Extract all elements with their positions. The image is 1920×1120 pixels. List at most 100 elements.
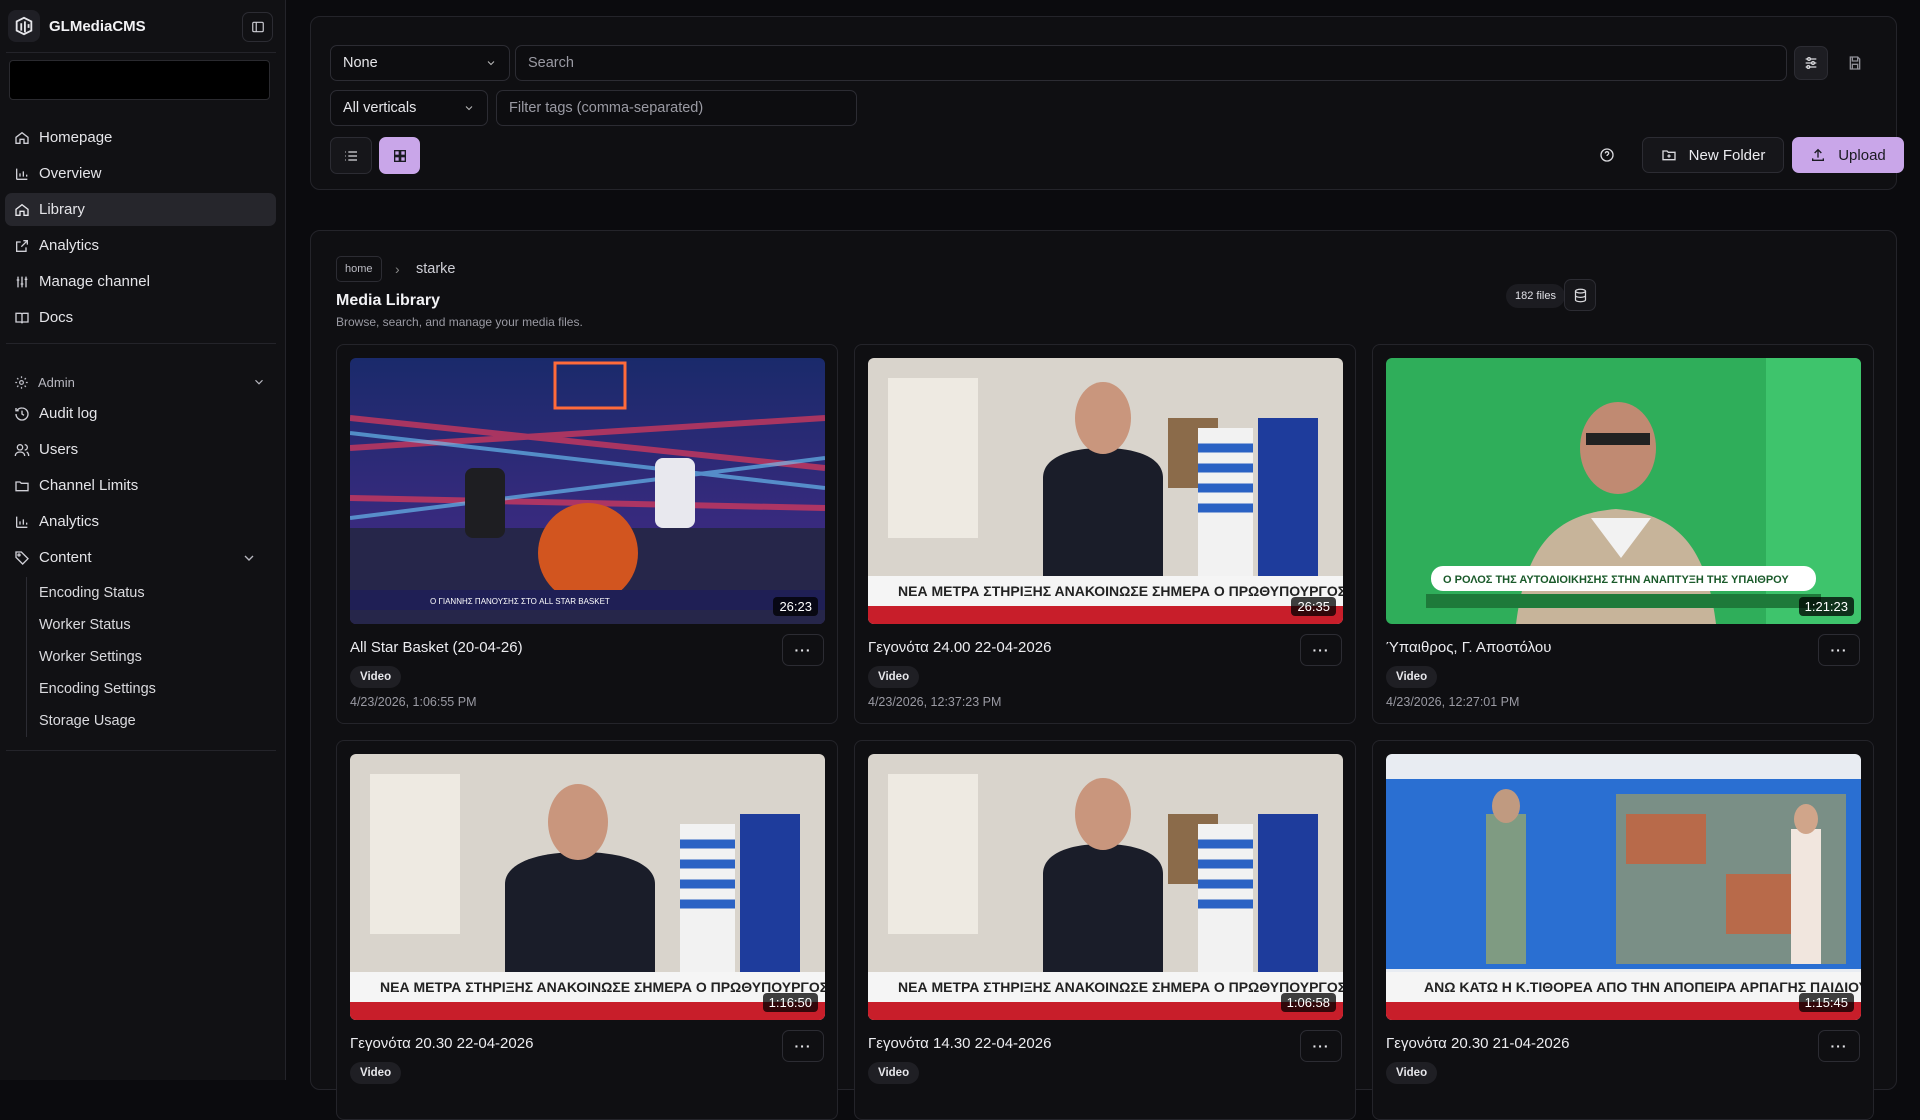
- folder-plus-icon: [1661, 150, 1676, 161]
- media-title[interactable]: Γεγονότα 20.30 22-04-2026: [350, 1035, 533, 1052]
- video-thumbnail[interactable]: ΑΝΩ ΚΑΤΩ Η Κ.ΤΙΘΟΡΕΑ ΑΠΟ ΤΗΝ ΑΠΟΠΕΙΡΑ ΑΡ…: [1386, 754, 1861, 1020]
- nav-item-docs[interactable]: Docs: [5, 301, 276, 334]
- tag-icon: [15, 550, 29, 565]
- nav-label: Analytics: [39, 237, 100, 254]
- tags-filter-input[interactable]: Filter tags (comma-separated): [496, 90, 857, 126]
- nav-item-manage-channel[interactable]: Manage channel: [5, 265, 276, 298]
- admin-label: Admin: [38, 374, 75, 390]
- gear-icon: [15, 375, 28, 389]
- nav-item-library[interactable]: Library: [5, 193, 276, 226]
- book-icon: [15, 312, 29, 323]
- grid-view-button[interactable]: [379, 137, 420, 174]
- media-card[interactable]: Ο ΓΙΑΝΝΗΣ ΠΑΝΟΥΣΗΣ ΣΤΟ ALL STAR BASKET 2…: [336, 344, 838, 724]
- more-options-button[interactable]: ···: [782, 634, 824, 666]
- bar-chart-icon: [16, 516, 28, 528]
- brand[interactable]: GLMediaCMS: [8, 8, 146, 44]
- media-title[interactable]: Γεγονότα 14.30 22-04-2026: [868, 1035, 1051, 1052]
- search-input[interactable]: Search: [515, 45, 1787, 81]
- sub-item-worker-status[interactable]: Worker Status: [39, 609, 276, 641]
- video-thumbnail[interactable]: ΝΕΑ ΜΕΤΡΑ ΣΤΗΡΙΞΗΣ ΑΝΑΚΟΙΝΩΣΕ ΣΗΜΕΡΑ Ο Π…: [350, 754, 825, 1020]
- media-type-badge: Video: [350, 1062, 402, 1084]
- list-view-button[interactable]: [330, 137, 372, 174]
- media-title[interactable]: Ύπαιθρος, Γ. Αποστόλου: [1386, 639, 1551, 656]
- media-card[interactable]: Ο ΡΟΛΟΣ ΤΗΣ ΑΥΤΟΔΙΟΙΚΗΣΗΣ ΣΤΗΝ ΑΝΑΠΤΥΞΗ …: [1372, 344, 1874, 724]
- media-type-badge: Video: [868, 1062, 920, 1084]
- chevron-down-icon: [244, 555, 254, 561]
- nav-item-admin-analytics[interactable]: Analytics: [5, 505, 276, 538]
- video-thumbnail[interactable]: Ο ΡΟΛΟΣ ΤΗΣ ΑΥΤΟΔΙΟΙΚΗΣΗΣ ΣΤΗΝ ΑΝΑΠΤΥΞΗ …: [1386, 358, 1861, 624]
- save-icon: [1849, 56, 1861, 70]
- media-title[interactable]: Γεγονότα 24.00 22-04-2026: [868, 639, 1051, 656]
- sidebar-toggle-button[interactable]: [242, 12, 273, 42]
- nav-item-overview[interactable]: Overview: [5, 157, 276, 190]
- nav-item-homepage[interactable]: Homepage: [5, 121, 276, 154]
- help-button[interactable]: [1590, 138, 1624, 172]
- nav-label: Manage channel: [39, 273, 150, 290]
- video-thumbnail[interactable]: ΝΕΑ ΜΕΤΡΑ ΣΤΗΡΙΞΗΣ ΑΝΑΚΟΙΝΩΣΕ ΣΗΜΕΡΑ Ο Π…: [868, 754, 1343, 1020]
- new-folder-button[interactable]: New Folder: [1642, 137, 1784, 173]
- duration-badge: 1:16:50: [762, 993, 818, 1012]
- duration-badge: 1:06:58: [1280, 993, 1336, 1012]
- main-content: None Search All verticals Filter tags (c…: [286, 0, 1920, 1120]
- thumbnail-banner: ΝΕΑ ΜΕΤΡΑ ΣΤΗΡΙΞΗΣ ΑΝΑΚΟΙΝΩΣΕ ΣΗΜΕΡΑ Ο Π…: [898, 583, 1343, 599]
- thumbnail-image: ΑΝΩ ΚΑΤΩ Η Κ.ΤΙΘΟΡΕΑ ΑΠΟ ΤΗΝ ΑΠΟΠΕΙΡΑ ΑΡ…: [1386, 754, 1861, 1020]
- panel-left-icon: [251, 21, 264, 33]
- media-title[interactable]: All Star Basket (20-04-26): [350, 639, 523, 656]
- video-thumbnail[interactable]: ΝΕΑ ΜΕΤΡΑ ΣΤΗΡΙΞΗΣ ΑΝΑΚΟΙΝΩΣΕ ΣΗΜΕΡΑ Ο Π…: [868, 358, 1343, 624]
- media-card[interactable]: ΝΕΑ ΜΕΤΡΑ ΣΤΗΡΙΞΗΣ ΑΝΑΚΟΙΝΩΣΕ ΣΗΜΕΡΑ Ο Π…: [854, 344, 1356, 724]
- nav-item-content[interactable]: Content: [5, 541, 276, 574]
- nav-item-channel-limits[interactable]: Channel Limits: [5, 469, 276, 502]
- storage-button[interactable]: [1564, 279, 1596, 311]
- sub-item-encoding-status[interactable]: Encoding Status: [39, 577, 276, 609]
- nav-item-analytics[interactable]: Analytics: [5, 229, 276, 262]
- grid-icon: [393, 149, 406, 162]
- media-card[interactable]: ΝΕΑ ΜΕΤΡΑ ΣΤΗΡΙΞΗΣ ΑΝΑΚΟΙΝΩΣΕ ΣΗΜΕΡΑ Ο Π…: [336, 740, 838, 1120]
- chevron-down-icon: [465, 106, 473, 111]
- sub-item-encoding-settings[interactable]: Encoding Settings: [39, 673, 276, 705]
- duration-badge: 26:35: [1291, 597, 1336, 616]
- more-options-button[interactable]: ···: [1818, 1030, 1860, 1062]
- filters-button[interactable]: [1794, 46, 1828, 80]
- media-card[interactable]: ΝΕΑ ΜΕΤΡΑ ΣΤΗΡΙΞΗΣ ΑΝΑΚΟΙΝΩΣΕ ΣΗΜΕΡΑ Ο Π…: [854, 740, 1356, 1120]
- media-card[interactable]: ΑΝΩ ΚΑΤΩ Η Κ.ΤΙΘΟΡΕΑ ΑΠΟ ΤΗΝ ΑΠΟΠΕΙΡΑ ΑΡ…: [1372, 740, 1874, 1120]
- sub-item-storage-usage[interactable]: Storage Usage: [39, 705, 276, 737]
- nav-label: Content: [39, 549, 92, 566]
- page-title: Media Library: [336, 292, 441, 309]
- verticals-select-value: All verticals: [343, 100, 417, 116]
- sort-select[interactable]: None: [330, 45, 510, 81]
- toolbar-panel: None Search All verticals Filter tags (c…: [310, 16, 1904, 190]
- nav-label: Analytics: [39, 513, 100, 530]
- verticals-select[interactable]: All verticals: [330, 90, 488, 126]
- home-icon: [15, 131, 29, 144]
- video-thumbnail[interactable]: Ο ΓΙΑΝΝΗΣ ΠΑΝΟΥΣΗΣ ΣΤΟ ALL STAR BASKET 2…: [350, 358, 825, 624]
- channel-selector[interactable]: [9, 60, 270, 100]
- list-icon: [345, 150, 357, 161]
- more-options-button[interactable]: ···: [1300, 1030, 1342, 1062]
- sliders-icon: [1805, 57, 1817, 69]
- nav-item-users[interactable]: Users: [5, 433, 276, 466]
- thumbnail-banner: Ο ΡΟΛΟΣ ΤΗΣ ΑΥΤΟΔΙΟΙΚΗΣΗΣ ΣΤΗΝ ΑΝΑΠΤΥΞΗ …: [1443, 574, 1789, 586]
- media-title[interactable]: Γεγονότα 20.30 21-04-2026: [1386, 1035, 1569, 1052]
- new-folder-label: New Folder: [1688, 146, 1766, 164]
- media-date: 4/23/2026, 12:27:01 PM: [1386, 695, 1520, 709]
- save-search-button[interactable]: [1838, 46, 1872, 80]
- nav-item-audit-log[interactable]: Audit log: [5, 397, 276, 430]
- more-options-button[interactable]: ···: [1818, 634, 1860, 666]
- upload-button[interactable]: Upload: [1792, 137, 1904, 173]
- more-options-button[interactable]: ···: [782, 1030, 824, 1062]
- duration-badge: 1:15:45: [1798, 993, 1854, 1012]
- thumbnail-image: ΝΕΑ ΜΕΤΡΑ ΣΤΗΡΙΞΗΣ ΑΝΑΚΟΙΝΩΣΕ ΣΗΜΕΡΑ Ο Π…: [350, 754, 825, 1020]
- admin-section-toggle[interactable]: Admin: [5, 367, 276, 397]
- chevron-down-icon: [255, 379, 263, 385]
- duration-badge: 1:21:23: [1798, 597, 1854, 616]
- breadcrumb-home[interactable]: home: [336, 256, 382, 282]
- thumbnail-banner: Ο ΓΙΑΝΝΗΣ ΠΑΝΟΥΣΗΣ ΣΤΟ ALL STAR BASKET: [430, 597, 610, 606]
- nav-label: Overview: [39, 165, 102, 182]
- media-date: 4/23/2026, 12:37:23 PM: [868, 695, 1002, 709]
- sub-item-worker-settings[interactable]: Worker Settings: [39, 641, 276, 673]
- more-options-button[interactable]: ···: [1300, 634, 1342, 666]
- breadcrumb-current: starke: [416, 261, 456, 277]
- thumbnail-banner: ΑΝΩ ΚΑΤΩ Η Κ.ΤΙΘΟΡΕΑ ΑΠΟ ΤΗΝ ΑΠΟΠΕΙΡΑ ΑΡ…: [1424, 979, 1861, 995]
- tags-placeholder: Filter tags (comma-separated): [509, 100, 704, 116]
- divider: [6, 52, 276, 53]
